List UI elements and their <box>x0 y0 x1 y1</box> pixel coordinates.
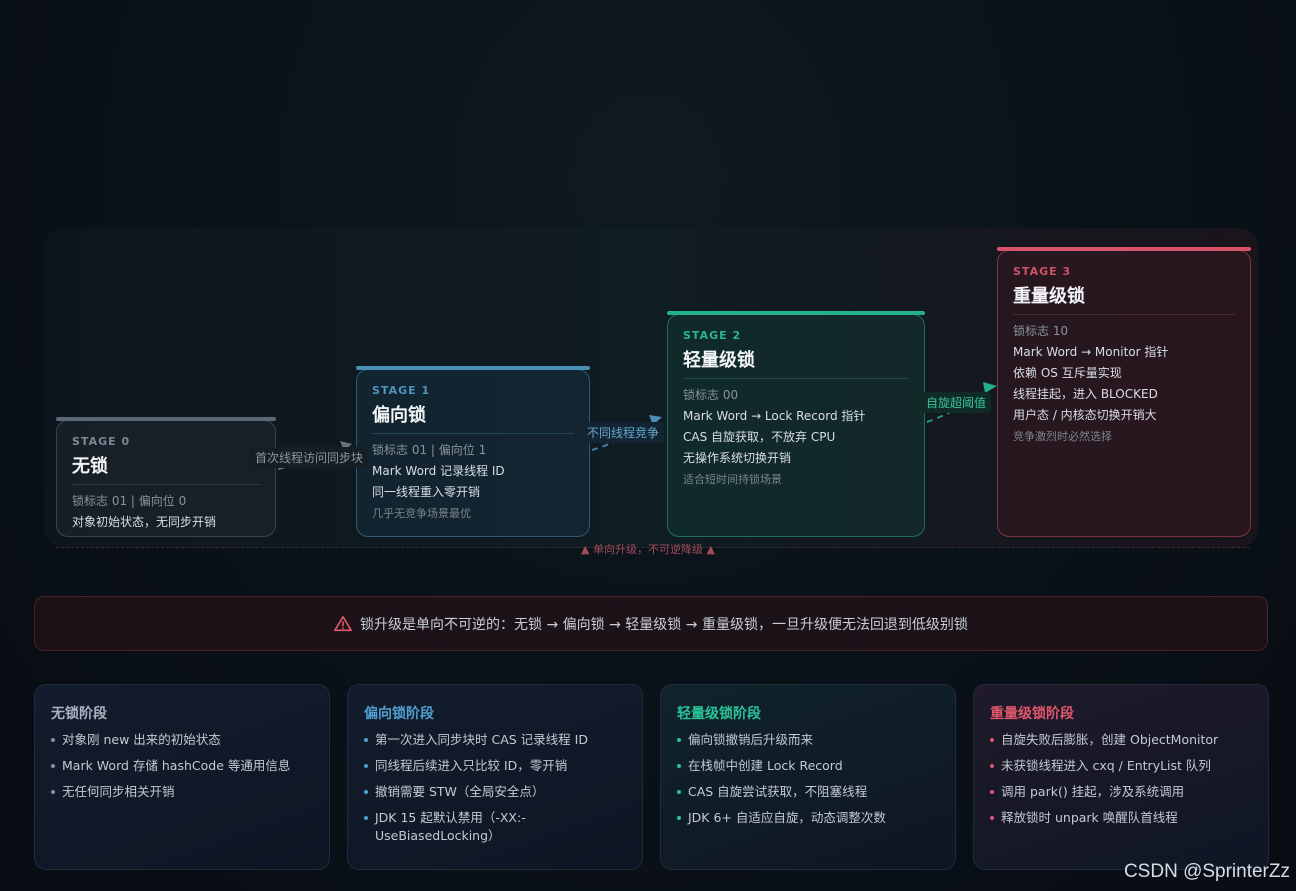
stage-card-heavyweight: STAGE 3 重量级锁 锁标志 10 Mark Word → Monitor … <box>997 247 1251 537</box>
card-title: 无锁阶段 <box>51 706 107 722</box>
stage-line: Mark Word → Lock Record 指针 <box>683 409 866 423</box>
card-title: 重量级锁阶段 <box>990 706 1074 722</box>
stage-bits: 锁标志 10 <box>1013 324 1069 338</box>
stage-bits: 锁标志 01 | 偏向位 0 <box>72 494 187 508</box>
stage-title: 无锁 <box>72 452 260 485</box>
transition-label-1: 不同线程竞争 <box>582 422 665 443</box>
stage-line: 同一线程重入零开销 <box>372 485 481 499</box>
list-item: JDK 6+ 自适应自旋，动态调整次数 <box>677 809 939 827</box>
warning-banner: 锁升级是单向不可逆的：无锁 → 偏向锁 → 轻量级锁 → 重量级锁，一旦升级便无… <box>34 596 1268 651</box>
stage-line: CAS 自旋获取，不放弃 CPU <box>683 430 836 444</box>
stage-title: 重量级锁 <box>1013 282 1235 315</box>
stage-card-unlocked: STAGE 0 无锁 锁标志 01 | 偏向位 0 对象初始状态，无同步开销 <box>56 417 276 537</box>
stage-accent-bar <box>667 311 925 315</box>
detail-card-biased: 偏向锁阶段 第一次进入同步块时 CAS 记录线程 ID 同线程后续进入只比较 I… <box>347 684 643 870</box>
detail-card-lightweight: 轻量级锁阶段 偏向锁撤销后升级而来 在栈帧中创建 Lock Record CAS… <box>660 684 956 870</box>
stage-title: 偏向锁 <box>372 401 574 434</box>
stage-line: 无操作系统切换开销 <box>683 451 792 465</box>
stage-line: 对象初始状态，无同步开销 <box>72 515 217 529</box>
stage-line: 用户态 / 内核态切换开销大 <box>1013 408 1157 422</box>
list-item: 无任何同步相关开销 <box>51 783 313 801</box>
list-item: 在栈帧中创建 Lock Record <box>677 757 939 775</box>
warning-icon <box>334 615 352 631</box>
list-item: 撤销需要 STW（全局安全点） <box>364 783 626 801</box>
card-title: 轻量级锁阶段 <box>677 706 761 722</box>
stage-bits: 锁标志 01 | 偏向位 1 <box>372 443 487 457</box>
stage-tag: STAGE 2 <box>683 329 742 342</box>
warning-text: 锁升级是单向不可逆的：无锁 → 偏向锁 → 轻量级锁 → 重量级锁，一旦升级便无… <box>360 616 968 633</box>
stage-line: Mark Word → Monitor 指针 <box>1013 345 1169 359</box>
list-item: JDK 15 起默认禁用（-XX:-UseBiasedLocking） <box>364 809 626 845</box>
detail-card-unlocked: 无锁阶段 对象刚 new 出来的初始状态 Mark Word 存储 hashCo… <box>34 684 330 870</box>
stage-accent-bar <box>356 366 590 370</box>
stage-accent-bar <box>997 247 1251 251</box>
stage-accent-bar <box>56 417 276 421</box>
list-item: Mark Word 存储 hashCode 等通用信息 <box>51 757 313 775</box>
watermark: CSDN @SprinterZz <box>1123 861 1290 882</box>
card-list: 偏向锁撤销后升级而来 在栈帧中创建 Lock Record CAS 自旋尝试获取… <box>677 731 939 827</box>
card-title: 偏向锁阶段 <box>364 706 434 722</box>
stage-title: 轻量级锁 <box>683 346 909 379</box>
list-item: CAS 自旋尝试获取，不阻塞线程 <box>677 783 939 801</box>
stage-line: 依赖 OS 互斥量实现 <box>1013 366 1122 380</box>
card-list: 第一次进入同步块时 CAS 记录线程 ID 同线程后续进入只比较 ID，零开销 … <box>364 731 626 845</box>
list-item: 偏向锁撤销后升级而来 <box>677 731 939 749</box>
stage-note: 适合短时间持锁场景 <box>683 473 782 486</box>
stage-line: 线程挂起，进入 BLOCKED <box>1013 387 1158 401</box>
stage-tag: STAGE 0 <box>72 435 131 448</box>
list-item: 同线程后续进入只比较 ID，零开销 <box>364 757 626 775</box>
list-item: 对象刚 new 出来的初始状态 <box>51 731 313 749</box>
list-item: 调用 park() 挂起，涉及系统调用 <box>990 783 1252 801</box>
stage-note: 几乎无竞争场景最优 <box>372 507 471 520</box>
card-list: 对象刚 new 出来的初始状态 Mark Word 存储 hashCode 等通… <box>51 731 313 801</box>
stage-tag: STAGE 3 <box>1013 265 1072 278</box>
stage-card-lightweight: STAGE 2 轻量级锁 锁标志 00 Mark Word → Lock Rec… <box>667 311 925 537</box>
list-item: 未获锁线程进入 cxq / EntryList 队列 <box>990 757 1252 775</box>
list-item: 自旋失败后膨胀，创建 ObjectMonitor <box>990 731 1252 749</box>
detail-card-heavyweight: 重量级锁阶段 自旋失败后膨胀，创建 ObjectMonitor 未获锁线程进入 … <box>973 684 1269 870</box>
stage-line: Mark Word 记录线程 ID <box>372 464 505 478</box>
stage-tag: STAGE 1 <box>372 384 431 397</box>
upgrade-note: ▲ 单向升级，不可逆降级 ▲ <box>581 543 715 556</box>
list-item: 第一次进入同步块时 CAS 记录线程 ID <box>364 731 626 749</box>
transition-label-2: 自旋超阈值 <box>921 392 992 413</box>
transition-label-0: 首次线程访问同步块 <box>250 447 369 468</box>
stage-note: 竞争激烈时必然选择 <box>1013 430 1112 443</box>
card-list: 自旋失败后膨胀，创建 ObjectMonitor 未获锁线程进入 cxq / E… <box>990 731 1252 827</box>
stage-bits: 锁标志 00 <box>683 388 739 402</box>
list-item: 释放锁时 unpark 唤醒队首线程 <box>990 809 1252 827</box>
stage-card-biased: STAGE 1 偏向锁 锁标志 01 | 偏向位 1 Mark Word 记录线… <box>356 366 590 537</box>
